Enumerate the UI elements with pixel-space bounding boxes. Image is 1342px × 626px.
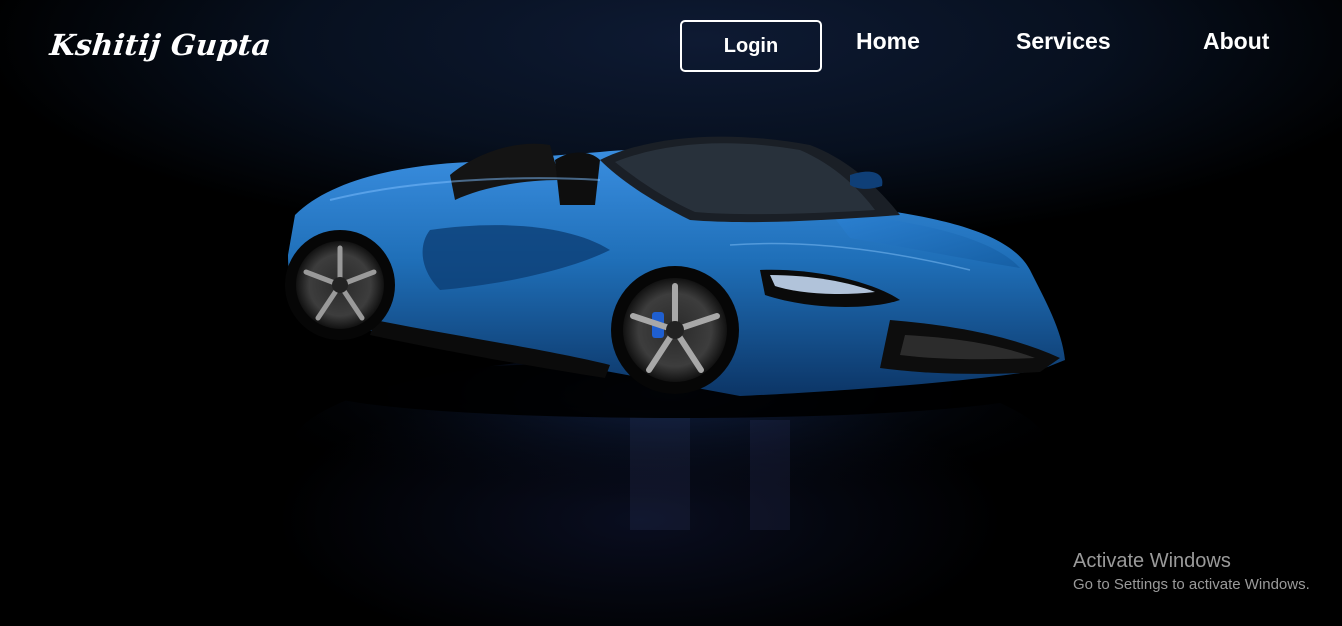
nav-services-link[interactable]: Services — [1016, 28, 1111, 55]
brand-logo[interactable]: Kshitij Gupta — [48, 28, 272, 62]
windows-activation-watermark: Activate Windows Go to Settings to activ… — [1073, 549, 1310, 596]
car-illustration — [285, 136, 1065, 540]
nav-about-link[interactable]: About — [1203, 28, 1269, 55]
hero-car-image — [270, 120, 1090, 540]
nav-home-link[interactable]: Home — [856, 28, 920, 55]
watermark-title: Activate Windows — [1073, 550, 1231, 572]
landing-page: Kshitij Gupta Login Home Services About — [0, 0, 1342, 626]
login-button[interactable]: Login — [680, 20, 822, 72]
watermark-subtitle: Go to Settings to activate Windows. — [1073, 576, 1310, 593]
